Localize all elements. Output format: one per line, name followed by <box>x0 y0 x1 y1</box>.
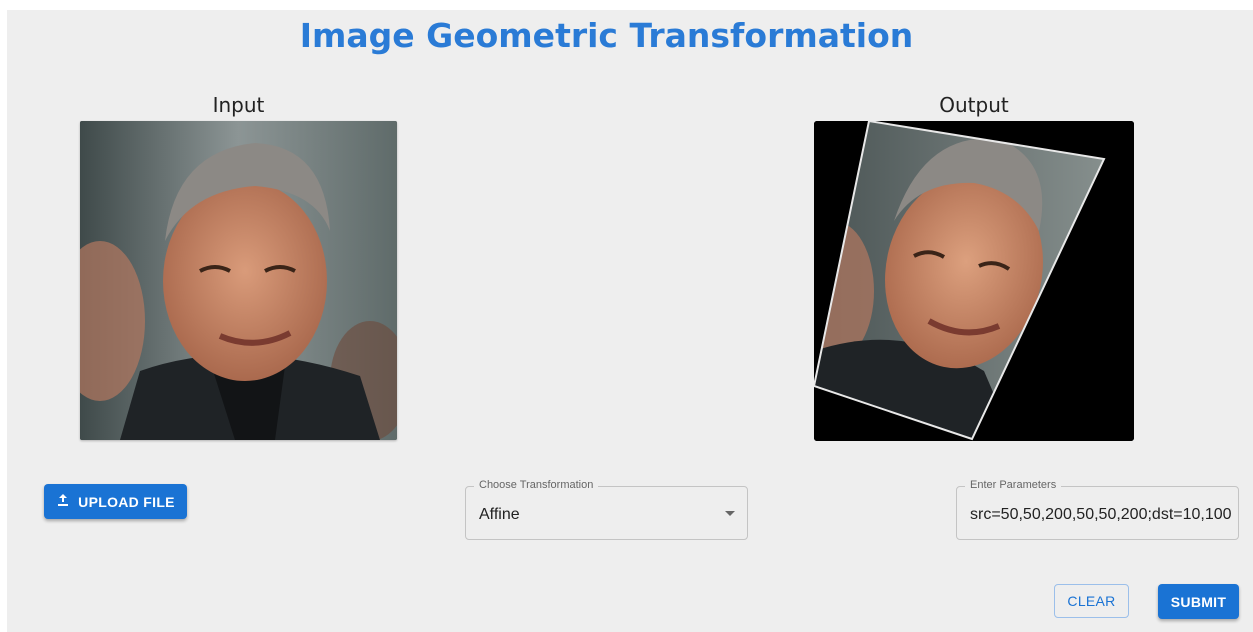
output-portrait-graphic <box>814 121 1134 441</box>
input-portrait-graphic <box>80 121 397 440</box>
output-label: Output <box>939 93 1009 117</box>
parameters-input[interactable]: Enter Parameters src=50,50,200,50,50,200… <box>956 479 1239 540</box>
output-image <box>814 121 1134 441</box>
clear-button[interactable]: CLEAR <box>1054 584 1129 618</box>
input-label: Input <box>212 93 265 117</box>
upload-icon <box>56 493 70 510</box>
upload-file-label: UPLOAD FILE <box>78 493 175 510</box>
transformation-legend: Choose Transformation <box>474 479 599 491</box>
input-image <box>80 121 397 440</box>
dropdown-arrow-icon[interactable] <box>725 511 735 516</box>
transformation-select[interactable]: Choose Transformation Affine <box>465 479 748 540</box>
parameters-legend: Enter Parameters <box>965 479 1062 491</box>
transformation-value: Affine <box>479 506 520 523</box>
submit-button[interactable]: SUBMIT <box>1158 584 1239 619</box>
page-title: Image Geometric Transformation <box>299 16 914 55</box>
parameters-value[interactable]: src=50,50,200,50,50,200;dst=10,100, <box>970 506 1232 524</box>
upload-file-button[interactable]: UPLOAD FILE <box>44 484 187 519</box>
